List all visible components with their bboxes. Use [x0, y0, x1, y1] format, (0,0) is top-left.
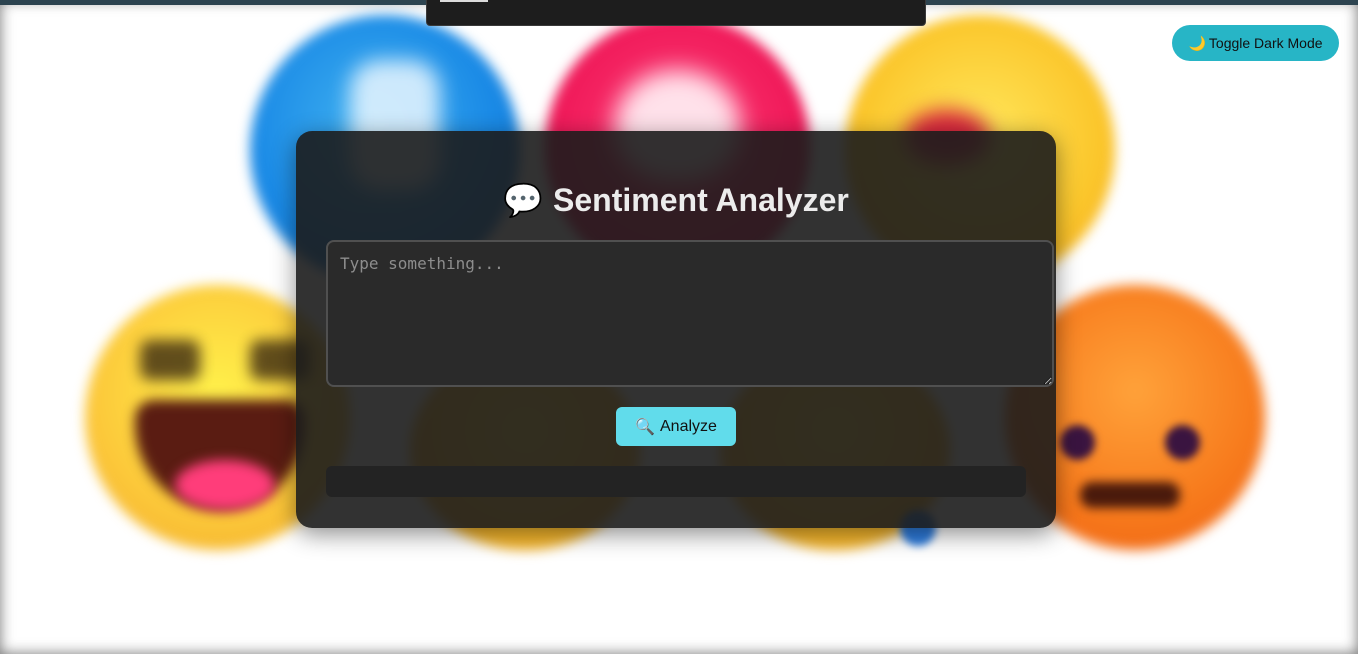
speech-bubble-icon: 💬: [503, 182, 544, 218]
overlay-underline-mark: [440, 0, 488, 2]
angry-left-eye: [1060, 425, 1095, 460]
analyze-button[interactable]: 🔍 Analyze: [616, 407, 736, 446]
toggle-dark-mode-button[interactable]: 🌙 Toggle Dark Mode: [1172, 25, 1339, 61]
analyze-button-label: Analyze: [660, 417, 717, 435]
result-output: [326, 466, 1026, 497]
top-overlay-bar: [426, 0, 926, 26]
analyzer-card: 💬 Sentiment Analyzer 🔍 Analyze: [296, 131, 1056, 528]
angry-mouth-shape: [1080, 482, 1180, 508]
page-title: 💬 Sentiment Analyzer: [296, 181, 1056, 219]
sentiment-text-input[interactable]: [326, 240, 1054, 387]
toggle-dark-mode-label: Toggle Dark Mode: [1208, 35, 1323, 51]
haha-left-eye: [140, 340, 200, 380]
page-title-text: Sentiment Analyzer: [553, 181, 849, 218]
angry-right-eye: [1165, 425, 1200, 460]
magnifier-icon: 🔍: [635, 418, 655, 436]
moon-icon: 🌙: [1188, 34, 1206, 51]
haha-tongue-shape: [175, 460, 275, 510]
